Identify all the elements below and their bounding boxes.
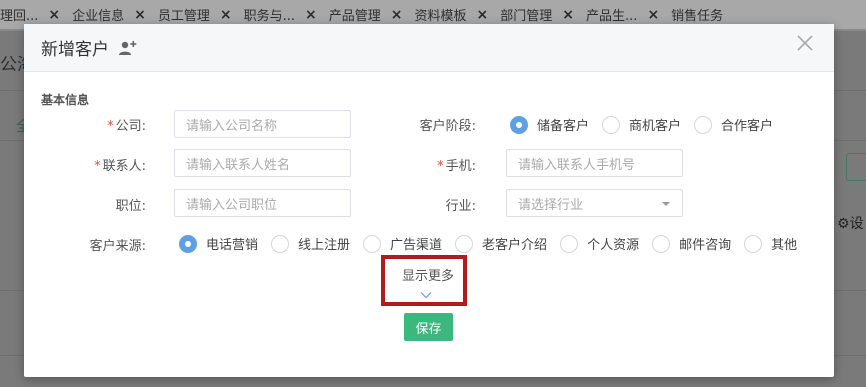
modal-header: 新增客户 — [24, 24, 834, 72]
chevron-down-icon[interactable] — [420, 288, 432, 299]
phone-input-placeholder: 请输入联系人手机号 — [518, 157, 636, 173]
source-radio-group: 电话营销 线上注册 广告渠道 老客户介绍 个人资源 邮件咨询 其他 — [179, 234, 797, 253]
required-mark: * — [437, 159, 444, 174]
source-option-online[interactable]: 线上注册 — [271, 234, 350, 253]
tab-close-icon[interactable]: × — [562, 7, 574, 23]
close-icon[interactable] — [796, 34, 814, 52]
company-label-text: 公司: — [115, 119, 146, 134]
tab-close-icon[interactable]: × — [647, 7, 659, 23]
stage-radio-group: 储备客户 商机客户 合作客户 — [510, 115, 773, 134]
source-option-ads[interactable]: 广告渠道 — [363, 234, 442, 253]
position-label: 职位: — [115, 199, 146, 214]
show-more-link[interactable]: 显示更多 — [402, 265, 454, 284]
tab-close-icon[interactable]: × — [305, 7, 317, 23]
radio-selected-icon[interactable] — [179, 234, 197, 253]
radio-label: 邮件咨询 — [679, 238, 732, 253]
industry-select[interactable]: 请选择行业 — [506, 189, 683, 217]
radio-icon[interactable] — [652, 234, 671, 253]
radio-label: 其他 — [771, 238, 798, 253]
tab-label: 资料模板 — [414, 9, 467, 24]
radio-icon[interactable] — [602, 115, 621, 134]
stage-label: 客户阶段: — [419, 119, 476, 134]
stage-option-opportunity[interactable]: 商机客户 — [602, 115, 681, 134]
section-title: 基本信息 — [41, 93, 90, 107]
radio-label: 商机客户 — [629, 119, 682, 134]
add-customer-modal: 新增客户 基本信息 * 公司: 请输入公司名称 客户阶段: 储备客户 商机客户 合… — [24, 24, 834, 377]
position-input[interactable]: 请输入公司职位 — [174, 189, 351, 217]
radio-icon[interactable] — [363, 234, 382, 253]
required-mark: * — [107, 119, 114, 134]
radio-label: 储备客户 — [537, 119, 590, 134]
industry-label: 行业: — [445, 199, 476, 214]
tab-label: 职务与... — [243, 9, 296, 24]
tab-label: 员工管理 — [157, 9, 210, 24]
industry-select-placeholder: 请选择行业 — [518, 197, 584, 213]
source-label: 客户来源: — [89, 239, 146, 254]
company-input[interactable]: 请输入公司名称 — [174, 110, 351, 138]
tab-close-icon[interactable]: × — [477, 7, 489, 23]
phone-input[interactable]: 请输入联系人手机号 — [506, 149, 683, 177]
radio-label: 广告渠道 — [390, 238, 443, 253]
background-button — [846, 153, 866, 181]
position-input-placeholder: 请输入公司职位 — [186, 197, 278, 213]
tab-label: 部门管理 — [500, 9, 553, 24]
source-option-other[interactable]: 其他 — [744, 234, 797, 253]
add-user-icon — [118, 40, 138, 56]
radio-label: 个人资源 — [587, 238, 640, 253]
background-settings: ⚙设 — [837, 213, 864, 233]
radio-label: 老客户介绍 — [482, 238, 548, 253]
tab-close-icon[interactable]: × — [48, 7, 60, 23]
save-button[interactable]: 保存 — [404, 313, 453, 341]
tab-label: 产品管理 — [328, 9, 381, 24]
tab-close-icon[interactable]: × — [220, 7, 232, 23]
source-option-email[interactable]: 邮件咨询 — [652, 234, 731, 253]
company-label: * 公司: — [84, 115, 146, 134]
source-option-phone[interactable]: 电话营销 — [179, 234, 258, 253]
tab-label: 理回... — [0, 9, 39, 24]
gear-icon: ⚙ — [837, 216, 850, 232]
tab-close-icon[interactable]: × — [391, 7, 403, 23]
contact-input-placeholder: 请输入联系人姓名 — [186, 157, 291, 173]
tab-label: 产品生... — [586, 9, 638, 24]
stage-option-reserve[interactable]: 储备客户 — [510, 115, 589, 134]
contact-label-text: 联系人: — [102, 159, 146, 174]
radio-icon[interactable] — [694, 115, 713, 134]
source-option-referral[interactable]: 老客户介绍 — [455, 234, 547, 253]
radio-icon[interactable] — [271, 234, 290, 253]
contact-label: * 联系人: — [74, 155, 146, 174]
radio-icon[interactable] — [744, 234, 763, 253]
tab-close-icon[interactable]: × — [134, 7, 146, 23]
phone-label: * 手机: — [414, 155, 476, 174]
phone-label-text: 手机: — [445, 159, 476, 174]
tab-label: 销售任务 — [671, 9, 724, 24]
background-settings-label: 设 — [849, 216, 864, 232]
modal-title: 新增客户 — [41, 40, 109, 60]
stage-option-partner[interactable]: 合作客户 — [694, 115, 773, 134]
required-mark: * — [94, 159, 101, 174]
source-option-personal[interactable]: 个人资源 — [560, 234, 639, 253]
chevron-down-icon — [662, 202, 670, 206]
company-input-placeholder: 请输入公司名称 — [186, 118, 278, 134]
radio-icon[interactable] — [560, 234, 579, 253]
radio-label: 合作客户 — [721, 119, 774, 134]
radio-selected-icon[interactable] — [510, 115, 528, 134]
radio-icon[interactable] — [455, 234, 474, 253]
radio-label: 电话营销 — [206, 238, 259, 253]
radio-label: 线上注册 — [298, 238, 351, 253]
contact-input[interactable]: 请输入联系人姓名 — [174, 149, 351, 177]
tab-label: 企业信息 — [72, 9, 125, 24]
